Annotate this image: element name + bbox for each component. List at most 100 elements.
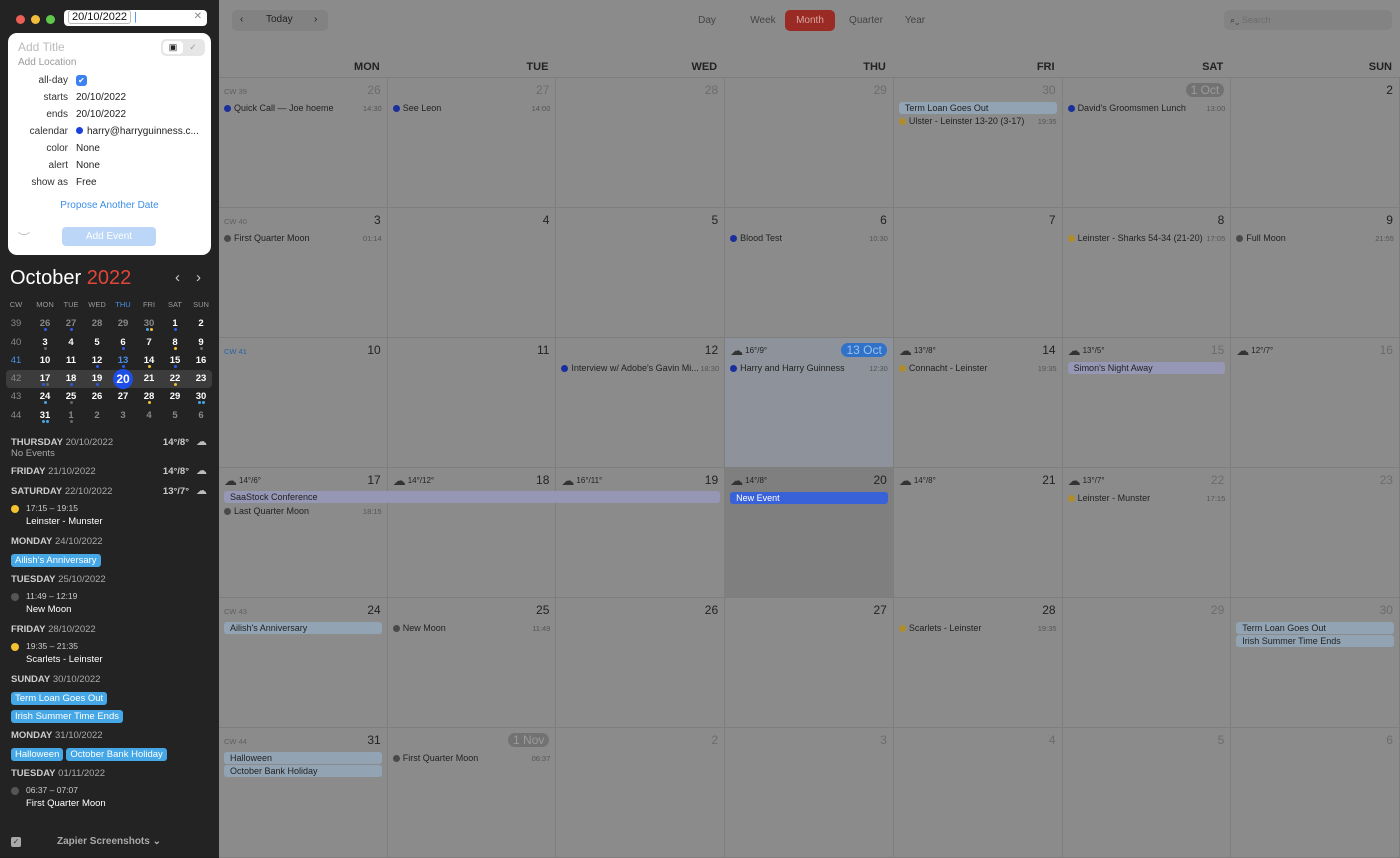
mini-day[interactable]: 21 xyxy=(136,373,162,384)
next-month-button[interactable]: › xyxy=(196,269,201,286)
day-cell[interactable]: 30 Term Loan Goes Out Ulster - Leinster 13… xyxy=(893,78,1063,208)
day-cell[interactable]: 4 xyxy=(893,728,1063,858)
agenda-event[interactable]: 11:49 – 12:19 New Moon xyxy=(11,591,211,617)
day-cell[interactable]: 29 xyxy=(725,78,894,208)
timed-event[interactable]: Interview w/ Adobe's Gavin Mi... 18:30 xyxy=(561,363,719,375)
day-cell[interactable]: 12 Interview w/ Adobe's Gavin Mi... 18:30 xyxy=(556,338,726,468)
mini-day[interactable]: 2 xyxy=(84,410,110,421)
date-input[interactable]: 20/10/2022 | ✕ xyxy=(64,10,207,26)
timed-event[interactable]: Ulster - Leinster 13-20 (3-17) 19:35 xyxy=(898,116,1057,128)
timed-event[interactable]: First Quarter Moon 01:14 xyxy=(224,233,382,245)
timed-event[interactable]: New Moon 11:49 xyxy=(392,623,550,635)
all-day-event-pill[interactable]: Halloween xyxy=(11,748,64,761)
field-value-color[interactable]: None xyxy=(76,143,100,154)
day-cell[interactable]: 3 CW 40 First Quarter Moon 01:14 xyxy=(219,208,388,338)
prev-month-button[interactable]: ‹ xyxy=(175,269,180,286)
view-tab-week[interactable]: Week xyxy=(741,10,785,31)
all-day-event[interactable]: Ailish's Anniversary xyxy=(224,622,382,634)
timed-event[interactable]: Last Quarter Moon 18:15 xyxy=(224,506,382,518)
day-cell[interactable]: 25 New Moon 11:49 xyxy=(387,598,557,728)
mini-day[interactable]: 7 xyxy=(136,337,162,348)
field-value-alert[interactable]: None xyxy=(76,160,100,171)
day-cell[interactable]: 6 Blood Test 10:30 xyxy=(725,208,894,338)
all-day-event[interactable]: Term Loan Goes Out xyxy=(1236,622,1394,634)
day-cell[interactable]: 13 Oct ☁ 16°/9° Harry and Harry Guinness 12:… xyxy=(725,338,894,468)
minimize-window-button[interactable] xyxy=(31,15,40,24)
mini-day[interactable]: 29 xyxy=(110,318,136,329)
view-tab-month[interactable]: Month xyxy=(785,10,835,31)
timed-event[interactable]: Quick Call — Joe hoeme 14:30 xyxy=(224,103,382,115)
checkbox[interactable]: ✓ xyxy=(11,837,21,847)
field-value-calendar[interactable]: harry@harryguinness.c... xyxy=(76,126,199,137)
today-button[interactable]: Today xyxy=(266,14,293,25)
checkmark-icon[interactable]: ✓ xyxy=(183,41,203,54)
mini-day[interactable]: 3 xyxy=(110,410,136,421)
mini-day[interactable]: 5 xyxy=(162,410,188,421)
all-day-event[interactable]: Irish Summer Time Ends xyxy=(1236,635,1394,647)
all-day-event-pill[interactable]: Ailish's Anniversary xyxy=(11,554,101,567)
mini-day[interactable]: 16 xyxy=(188,355,214,366)
event-type-toggle[interactable]: ▣ ✓ xyxy=(161,39,205,56)
day-cell[interactable]: 26 CW 39 Quick Call — Joe hoeme 14:30 xyxy=(219,78,388,208)
all-day-event[interactable]: October Bank Holiday xyxy=(224,765,382,777)
all-day-event-pill[interactable]: Irish Summer Time Ends xyxy=(11,710,123,723)
multi-day-event[interactable]: SaaStock Conference xyxy=(224,491,721,503)
mini-day[interactable]: 27 xyxy=(110,391,136,402)
day-cell[interactable]: 18 ☁ 14°/12° xyxy=(387,468,557,598)
zoom-window-button[interactable] xyxy=(46,15,55,24)
event-title-input[interactable]: Add Title xyxy=(18,40,65,54)
day-cell[interactable]: 27 xyxy=(725,598,894,728)
event-location-input[interactable]: Add Location xyxy=(18,57,76,68)
all-day-event[interactable]: New Event xyxy=(730,492,888,504)
day-cell[interactable]: 15 ☁ 13°/5° Simon's Night Away xyxy=(1062,338,1232,468)
day-cell[interactable]: 30 Term Loan Goes Out Irish Summer Time En… xyxy=(1231,598,1400,728)
mini-day[interactable]: 23 xyxy=(188,373,214,384)
day-cell[interactable]: 6 xyxy=(1231,728,1400,858)
mini-day[interactable]: 4 xyxy=(136,410,162,421)
day-cell[interactable]: 28 xyxy=(556,78,726,208)
day-cell[interactable]: 5 xyxy=(1062,728,1232,858)
day-cell[interactable]: 19 ☁ 16°/11° xyxy=(556,468,726,598)
mini-day[interactable]: 4 xyxy=(58,337,84,348)
mini-day[interactable]: 2 xyxy=(188,318,214,329)
timed-event[interactable]: Blood Test 10:30 xyxy=(730,233,888,245)
all-day-checkbox[interactable]: ✔ xyxy=(76,75,87,86)
day-cell[interactable]: 7 xyxy=(893,208,1063,338)
timed-event[interactable]: Leinster - Munster 17:15 xyxy=(1067,493,1225,505)
day-cell[interactable]: 24 CW 43 Ailish's Anniversary xyxy=(219,598,388,728)
day-cell[interactable]: 8 Leinster - Sharks 54-34 (21-20) 17:05 xyxy=(1062,208,1232,338)
all-day-event[interactable]: Halloween xyxy=(224,752,382,764)
day-cell[interactable]: 31 CW 44 Halloween October Bank Holiday xyxy=(219,728,388,858)
mini-day[interactable]: 29 xyxy=(162,391,188,402)
day-cell[interactable]: 11 xyxy=(387,338,557,468)
day-cell[interactable]: 2 xyxy=(1231,78,1400,208)
timed-event[interactable]: Leinster - Sharks 54-34 (21-20) 17:05 xyxy=(1067,233,1225,245)
agenda-event[interactable]: 17:15 – 19:15 Leinster - Munster xyxy=(11,503,211,529)
mini-day[interactable]: 6 xyxy=(188,410,214,421)
view-tab-quarter[interactable]: Quarter xyxy=(839,10,893,31)
agenda-event[interactable]: 06:37 – 07:07 First Quarter Moon xyxy=(11,785,211,811)
field-value-show-as[interactable]: Free xyxy=(76,177,97,188)
mini-day[interactable]: 20 xyxy=(113,369,133,390)
day-cell[interactable]: 16 ☁ 12°/7° xyxy=(1231,338,1400,468)
all-day-event-pill[interactable]: Term Loan Goes Out xyxy=(11,692,108,705)
timed-event[interactable]: First Quarter Moon 06:37 xyxy=(392,753,550,765)
field-value-ends[interactable]: 20/10/2022 xyxy=(76,109,126,120)
next-button[interactable]: › xyxy=(314,14,317,25)
timed-event[interactable]: Harry and Harry Guinness 12:30 xyxy=(730,363,888,375)
day-cell[interactable]: 23 xyxy=(1231,468,1400,598)
view-tab-year[interactable]: Year xyxy=(897,10,933,31)
day-cell[interactable]: 22 ☁ 13°/7° Leinster - Munster 17:15 xyxy=(1062,468,1232,598)
timed-event[interactable]: Scarlets - Leinster 19:35 xyxy=(898,623,1057,635)
search-input[interactable]: ⌕⌄ Search xyxy=(1224,10,1392,30)
view-tab-day[interactable]: Day xyxy=(689,10,725,31)
day-cell[interactable]: 29 xyxy=(1062,598,1232,728)
day-cell[interactable]: 27 See Leon 14:00 xyxy=(387,78,557,208)
day-cell[interactable]: 4 xyxy=(387,208,557,338)
agenda-event[interactable]: 19:35 – 21:35 Scarlets - Leinster xyxy=(11,641,211,667)
chevron-down-icon[interactable]: ︶ xyxy=(18,229,30,246)
all-day-event[interactable]: Term Loan Goes Out xyxy=(898,102,1057,114)
day-cell[interactable]: 10 CW 41 xyxy=(219,338,388,468)
add-event-button[interactable]: Add Event xyxy=(62,227,156,246)
mini-day[interactable]: 28 xyxy=(84,318,110,329)
